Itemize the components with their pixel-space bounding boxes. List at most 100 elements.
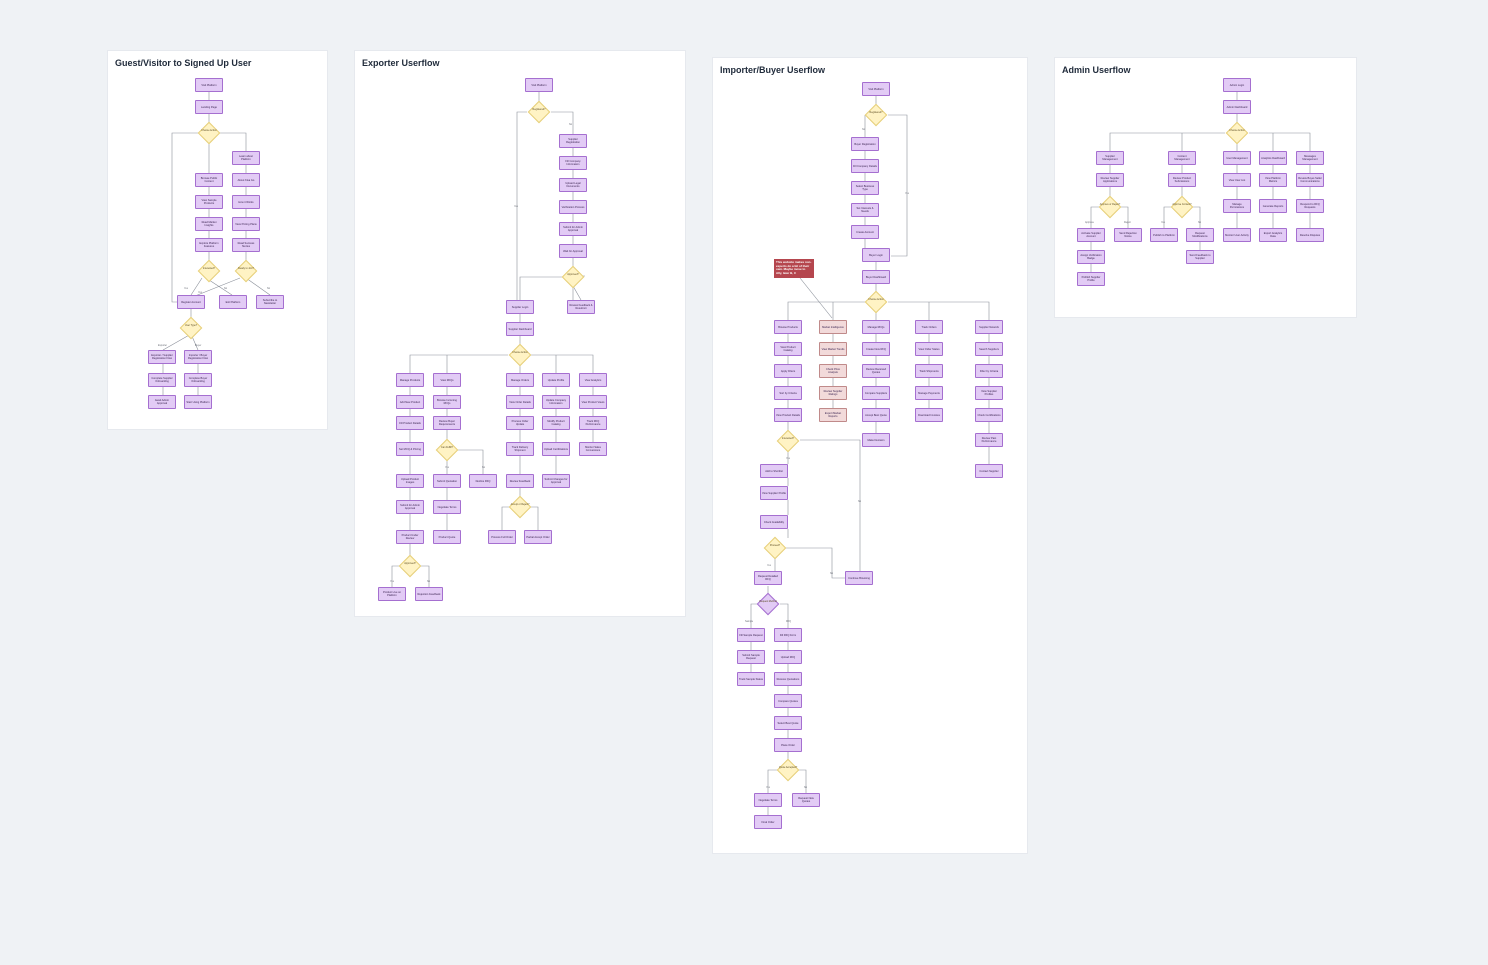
flow-node[interactable]: Activate Supplier Account (1077, 228, 1105, 242)
flow-node[interactable]: Review Buyer-Seller Communications (1296, 173, 1324, 187)
flow-node[interactable]: Browse Products (774, 320, 802, 334)
flow-node[interactable]: Decline RFQ (469, 474, 497, 488)
decision-node[interactable]: Interested? (197, 259, 221, 283)
flow-node[interactable]: Wait for Approval (559, 244, 587, 258)
flow-node[interactable]: Verification Process (559, 200, 587, 214)
flow-node[interactable]: Track Delivery Shipment (506, 442, 534, 456)
decision-node[interactable]: Ready to Join? (234, 259, 258, 283)
flow-node[interactable]: Generate Reports (1259, 199, 1287, 213)
decision-node[interactable]: Approved? (398, 554, 422, 578)
flow-node[interactable]: Review Supplier Applications (1096, 173, 1124, 187)
flow-node[interactable]: View Order Status (915, 342, 943, 356)
flow-node[interactable]: Supplier Login (506, 300, 534, 314)
flow-node[interactable]: Submit Sample Request (737, 650, 765, 664)
flow-node[interactable]: Request New Quotes (792, 793, 820, 807)
flow-node[interactable]: Supplier Registration (559, 134, 587, 148)
flow-node[interactable]: Publish Supplier Profile (1077, 272, 1105, 286)
flow-node[interactable]: Submit Changes for Approval (542, 474, 570, 488)
flow-node[interactable]: Review Feedback & Resubmit (567, 300, 595, 314)
flow-node[interactable]: Receive Quotations (774, 672, 802, 686)
flow-node[interactable]: Check Availability (760, 515, 788, 529)
flow-node[interactable]: How it Works (232, 195, 260, 209)
flow-node[interactable]: Buyer Registration (851, 137, 879, 151)
flow-node[interactable]: View Supplier Profiles (975, 386, 1003, 400)
flow-node[interactable]: Contact Supplier (975, 464, 1003, 478)
flow-node[interactable]: View Analytics (579, 373, 607, 387)
decision-node[interactable]: Approved? (561, 265, 585, 289)
flow-node[interactable]: Supplier Network (975, 320, 1003, 334)
flow-node[interactable]: Assign Verification Badge (1077, 250, 1105, 264)
flow-node[interactable]: Track Sample Status (737, 672, 765, 686)
flow-node[interactable]: Track Shipments (915, 364, 943, 378)
flow-node[interactable]: Check Certifications (975, 408, 1003, 422)
flow-node[interactable]: Review Past Performance (975, 433, 1003, 447)
flow-node[interactable]: Set MOQ & Pricing (396, 442, 424, 456)
flow-node[interactable]: Upload Product Images (396, 474, 424, 488)
flow-node[interactable]: Negotiate Terms (433, 500, 461, 514)
flow-node[interactable]: Visit Platform (862, 82, 890, 96)
flow-node[interactable]: Product Quote (433, 530, 461, 544)
flow-node[interactable]: Admin Dashboard (1223, 100, 1251, 114)
flow-node[interactable]: Process Full Order (488, 530, 516, 544)
flow-node[interactable]: View User List (1223, 173, 1251, 187)
flow-node[interactable]: View Market Trends (819, 342, 847, 356)
decision-node[interactable]: Request Method (756, 592, 780, 616)
flow-node[interactable]: Compare Quotes (774, 694, 802, 708)
flow-node[interactable]: Learn about Platform (232, 151, 260, 165)
flow-node[interactable]: Product Under Review (396, 530, 424, 544)
flow-node[interactable]: Exporter / Supplier Registration Flow (148, 350, 176, 364)
decision-node[interactable]: Registered? (864, 103, 888, 127)
flow-node[interactable]: Track Orders (915, 320, 943, 334)
flow-node[interactable]: Fill RFQ Form (774, 628, 802, 642)
flow-node[interactable]: Admin Login (1223, 78, 1251, 92)
flow-node[interactable]: Review Feedback (506, 474, 534, 488)
flow-node[interactable]: View RFQs (433, 373, 461, 387)
flow-node[interactable]: Manage Orders (506, 373, 534, 387)
flow-node[interactable]: Supplier Dashboard (506, 322, 534, 336)
flow-node[interactable]: View Product Catalog (774, 342, 802, 356)
flow-node[interactable]: View Order Details (506, 395, 534, 409)
flow-node[interactable]: Sort by Criteria (774, 386, 802, 400)
flow-node[interactable]: User Management (1223, 151, 1251, 165)
flow-node[interactable]: Request Modifications (1186, 228, 1214, 242)
flow-node[interactable]: Manage RFQs (862, 320, 890, 334)
flow-node[interactable]: View Product Details (774, 408, 802, 422)
flow-node[interactable]: Content Management (1168, 151, 1196, 165)
flow-node[interactable]: Final Order (754, 815, 782, 829)
decision-node[interactable]: Proceed? (763, 536, 787, 560)
flow-node[interactable]: Select Business Type (851, 181, 879, 195)
decision-node[interactable]: Choose Action (508, 343, 532, 367)
flow-node[interactable]: Rejection Feedback (415, 587, 443, 601)
flow-node[interactable]: Submit for Admin Approval (559, 222, 587, 236)
flow-node[interactable]: Market Intelligence (819, 320, 847, 334)
flow-node[interactable]: Manage Products (396, 373, 424, 387)
flow-node[interactable]: Explore Platform Features (195, 238, 223, 252)
flow-node[interactable]: Buyer Login (862, 248, 890, 262)
flow-node[interactable]: Monitor User Activity (1223, 228, 1251, 242)
flow-node[interactable]: Fill Product Details (396, 416, 424, 430)
flow-node[interactable]: Request Detailed RFQ (754, 571, 782, 585)
flow-node[interactable]: Visit Platform (195, 78, 223, 92)
flow-node[interactable]: Upload Certifications (542, 442, 570, 456)
flow-node[interactable]: Compare Suppliers (862, 386, 890, 400)
flow-node[interactable]: Landing Page (195, 100, 223, 114)
flow-node[interactable]: View Pricing Plans (232, 217, 260, 231)
flow-node[interactable]: Make Decision (862, 433, 890, 447)
flow-node[interactable]: Messages Management (1296, 151, 1324, 165)
flow-node[interactable]: Negotiate Terms (754, 793, 782, 807)
decision-node[interactable]: Approve or Reject? (1098, 195, 1122, 219)
flow-node[interactable]: Review Supplier Ratings (819, 386, 847, 400)
flow-node[interactable]: About Kisa Go (232, 173, 260, 187)
flow-node[interactable]: Read Success Stories (232, 238, 260, 252)
decision-node[interactable]: User Type? (179, 316, 203, 340)
flow-node[interactable]: Buyer Dashboard (862, 270, 890, 284)
flow-node[interactable]: View Sample Products (195, 195, 223, 209)
flow-node[interactable]: Create Account (851, 225, 879, 239)
flow-node[interactable]: Upload RFQ (774, 650, 802, 664)
flow-node[interactable]: Publish to Platform (1150, 228, 1178, 242)
flow-node[interactable]: Apply Filters (774, 364, 802, 378)
flow-node[interactable]: Fill Company Information (559, 156, 587, 170)
flow-node[interactable]: Accept Best Quote (862, 408, 890, 422)
flow-node[interactable]: Read Market Insights (195, 217, 223, 231)
flow-node[interactable]: Fill Company Details (851, 159, 879, 173)
